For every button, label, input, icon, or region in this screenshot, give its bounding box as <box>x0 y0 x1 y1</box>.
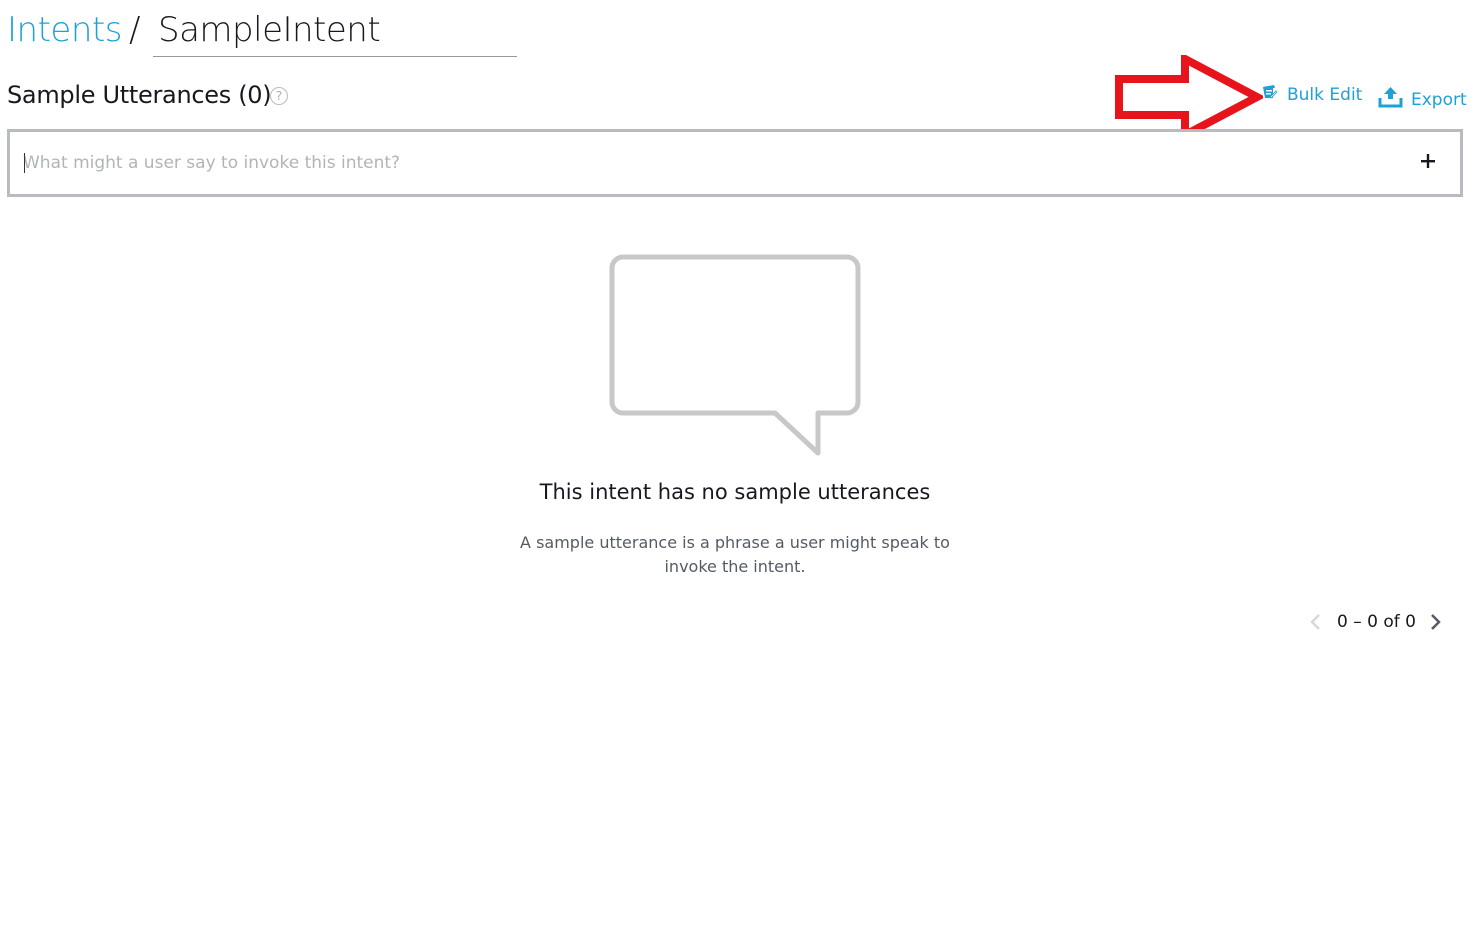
speech-bubble-icon <box>609 254 861 456</box>
chevron-left-icon[interactable] <box>1305 610 1325 634</box>
empty-state-title: This intent has no sample utterances <box>539 480 931 504</box>
bulk-edit-label: Bulk Edit <box>1287 84 1363 105</box>
sample-utterances-heading: Sample Utterances (0) <box>7 81 272 109</box>
breadcrumb-intents-link[interactable]: Intents <box>7 10 122 50</box>
export-label: Export <box>1411 89 1467 110</box>
upload-icon <box>1378 86 1403 113</box>
plus-icon[interactable] <box>1415 148 1441 174</box>
bulk-edit-button[interactable]: Bulk Edit <box>1262 84 1362 105</box>
export-button[interactable]: Export <box>1378 86 1467 113</box>
utterance-input-container <box>7 129 1463 197</box>
text-caret <box>24 153 25 173</box>
bulk-edit-icon <box>1262 84 1278 105</box>
question-circle-icon[interactable]: ? <box>270 87 288 105</box>
breadcrumb-separator: / <box>129 10 141 50</box>
red-arrow-annotation-icon <box>1115 55 1263 139</box>
intent-name-title[interactable]: SampleIntent <box>158 10 381 50</box>
pagination: 0 – 0 of 0 <box>1305 610 1446 634</box>
intent-name-underline <box>153 56 517 57</box>
pagination-range: 0 – 0 of 0 <box>1337 612 1416 632</box>
chevron-right-icon[interactable] <box>1426 610 1446 634</box>
utterance-input[interactable] <box>23 142 1403 184</box>
empty-state-description: A sample utterance is a phrase a user mi… <box>520 533 950 576</box>
